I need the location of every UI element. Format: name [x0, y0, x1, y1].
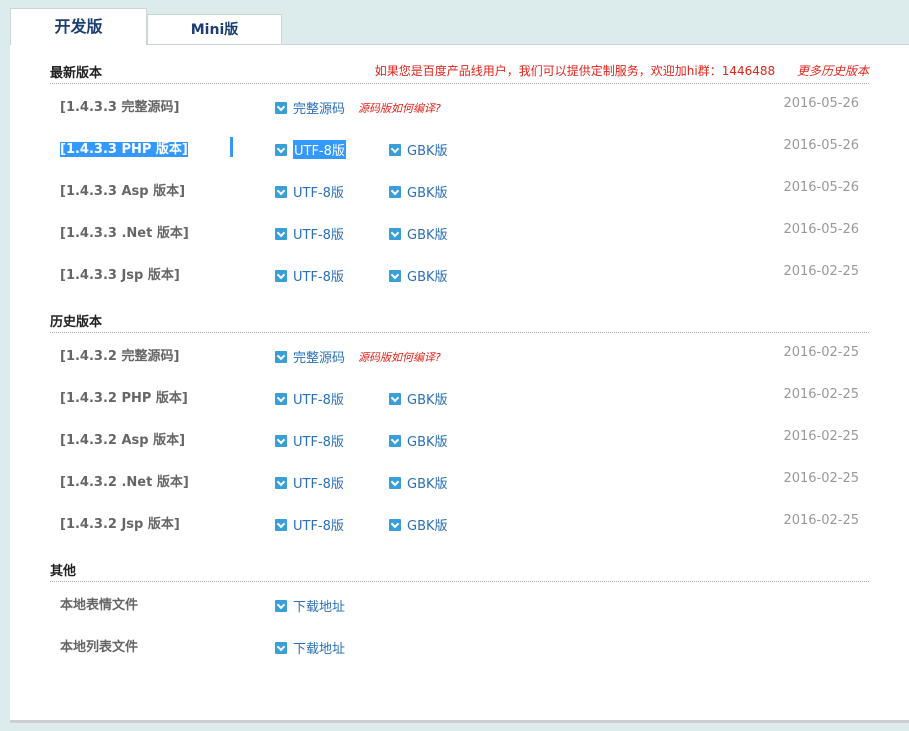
release-date: 2016-02-25: [783, 513, 859, 528]
version-name: [1.4.3.2 .Net 版本]: [60, 475, 189, 490]
version-name: [1.4.3.3 Asp 版本]: [60, 184, 186, 199]
download-check-icon: [275, 143, 287, 156]
link-label: GBK版: [407, 477, 448, 492]
download-check-icon: [389, 392, 401, 405]
release-date: 2016-02-25: [783, 345, 859, 360]
link-label: GBK版: [407, 144, 448, 159]
gbk-link[interactable]: GBK版: [389, 431, 448, 450]
download-check-icon: [275, 101, 287, 114]
divider: [50, 83, 869, 84]
gbk-link[interactable]: GBK版: [389, 515, 448, 534]
link-label: 完整源码: [293, 102, 346, 117]
utf8-link[interactable]: UTF-8版: [275, 389, 344, 408]
gbk-link[interactable]: GBK版: [389, 389, 448, 408]
version-name: [1.4.3.3 PHP 版本]: [59, 138, 189, 158]
notice-text: 如果您是百度产品线用户，我们可以提供定制服务，欢迎加hi群：1446488: [374, 64, 776, 78]
resource-name: 本地表情文件: [60, 598, 139, 613]
download-link[interactable]: 下载地址: [275, 596, 345, 615]
download-check-icon: [389, 185, 401, 198]
download-check-icon: [275, 227, 287, 240]
download-check-icon: [389, 434, 401, 447]
download-check-icon: [389, 518, 401, 531]
download-check-icon: [275, 185, 287, 198]
download-check-icon: [275, 476, 287, 489]
link-label: UTF-8版: [293, 270, 344, 285]
link-label: 完整源码: [293, 351, 346, 366]
link-label: UTF-8版: [293, 140, 346, 159]
link-label: GBK版: [407, 186, 448, 201]
link-label: 下载地址: [293, 642, 346, 657]
release-date: 2016-02-25: [783, 429, 859, 444]
link-label: GBK版: [407, 519, 448, 534]
tab-mini[interactable]: Mini版: [147, 14, 282, 44]
download-check-icon: [275, 350, 287, 363]
utf8-link[interactable]: UTF-8版: [275, 224, 344, 243]
utf8-link[interactable]: UTF-8版: [275, 182, 344, 201]
link-label: UTF-8版: [293, 477, 344, 492]
download-check-icon: [275, 392, 287, 405]
download-check-icon: [275, 434, 287, 447]
full-source-link[interactable]: 完整源码: [275, 347, 345, 366]
gbk-link[interactable]: GBK版: [389, 140, 448, 159]
version-name: [1.4.3.3 完整源码]: [60, 100, 180, 115]
link-label: GBK版: [407, 228, 448, 243]
release-date: 2016-02-25: [783, 387, 859, 402]
link-label: UTF-8版: [293, 519, 344, 534]
version-name-text: [1.4.3.3 PHP 版本]: [59, 141, 189, 158]
resource-name: 本地列表文件: [60, 640, 139, 655]
section-title-history: 历史版本: [50, 315, 103, 330]
compile-hint-link[interactable]: 源码版如何编译?: [358, 100, 441, 116]
utf8-link[interactable]: UTF-8版: [275, 473, 344, 492]
version-name: [1.4.3.2 Jsp 版本]: [60, 517, 180, 532]
download-check-icon: [389, 143, 401, 156]
version-name: [1.4.3.3 Jsp 版本]: [60, 268, 180, 283]
download-check-icon: [389, 269, 401, 282]
link-label: 下载地址: [293, 600, 346, 615]
full-source-link[interactable]: 完整源码: [275, 98, 345, 117]
download-check-icon: [275, 269, 287, 282]
section-title-other: 其他: [50, 564, 77, 579]
utf8-link[interactable]: UTF-8版: [275, 266, 344, 285]
gbk-link[interactable]: GBK版: [389, 266, 448, 285]
link-label: UTF-8版: [293, 435, 344, 450]
download-check-icon: [275, 518, 287, 531]
release-date: 2016-05-26: [783, 222, 859, 237]
custom-service-notice: 如果您是百度产品线用户，我们可以提供定制服务，欢迎加hi群：1446488 更多…: [375, 62, 869, 79]
version-name: [1.4.3.3 .Net 版本]: [60, 226, 189, 241]
divider: [50, 332, 869, 333]
download-check-icon: [389, 227, 401, 240]
compile-hint-link[interactable]: 源码版如何编译?: [358, 349, 441, 365]
download-panel: 最新版本 如果您是百度产品线用户，我们可以提供定制服务，欢迎加hi群：14464…: [10, 44, 909, 720]
version-name: [1.4.3.2 PHP 版本]: [60, 391, 188, 406]
link-label: GBK版: [407, 393, 448, 408]
release-date: 2016-02-25: [783, 471, 859, 486]
link-label: GBK版: [407, 435, 448, 450]
download-link[interactable]: 下载地址: [275, 638, 345, 657]
release-date: 2016-02-25: [783, 264, 859, 279]
tab-dev[interactable]: 开发版: [10, 8, 147, 45]
release-date: 2016-05-26: [783, 138, 859, 153]
link-label: GBK版: [407, 270, 448, 285]
gbk-link[interactable]: GBK版: [389, 224, 448, 243]
utf8-link[interactable]: UTF-8版: [275, 431, 344, 450]
gbk-link[interactable]: GBK版: [389, 473, 448, 492]
link-label: UTF-8版: [293, 393, 344, 408]
download-check-icon: [275, 641, 287, 654]
more-history-link[interactable]: 更多历史版本: [797, 64, 869, 78]
release-date: 2016-05-26: [783, 180, 859, 195]
section-title-latest: 最新版本: [50, 66, 103, 81]
link-label: UTF-8版: [293, 228, 344, 243]
download-check-icon: [389, 476, 401, 489]
gbk-link[interactable]: GBK版: [389, 182, 448, 201]
release-date: 2016-05-26: [783, 96, 859, 111]
utf8-link[interactable]: UTF-8版: [275, 515, 344, 534]
link-label: UTF-8版: [293, 186, 344, 201]
panel-bottom-border: [10, 720, 909, 723]
utf8-link[interactable]: UTF-8版: [275, 140, 346, 159]
text-caret: [230, 137, 233, 157]
version-name: [1.4.3.2 Asp 版本]: [60, 433, 186, 448]
divider: [50, 581, 869, 582]
version-name: [1.4.3.2 完整源码]: [60, 349, 180, 364]
download-check-icon: [275, 599, 287, 612]
